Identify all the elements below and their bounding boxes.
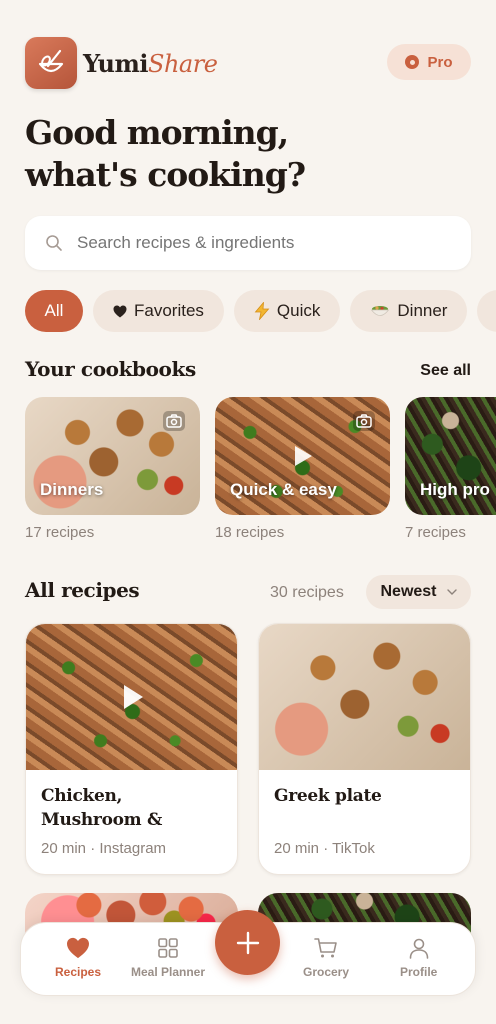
play-icon — [294, 446, 312, 466]
see-all-link[interactable]: See all — [420, 362, 471, 380]
recipe-title: Greek plate — [274, 786, 382, 806]
cookbook-thumbnail: Quick & easy — [215, 397, 390, 515]
cookbook-thumbnail: Dinners — [25, 397, 200, 515]
cookbook-count: 18 recipes — [215, 524, 285, 541]
cookbook-count: 17 recipes — [25, 524, 95, 541]
nav-profile[interactable]: Profile — [400, 937, 437, 979]
recipe-thumbnail — [26, 624, 237, 770]
bowl-icon — [371, 306, 390, 316]
chip-dinner[interactable]: Dinner — [350, 290, 468, 332]
sort-label: Newest — [380, 583, 437, 600]
cookbook-card-dinners[interactable]: Dinners 17 recipes — [25, 397, 200, 541]
cookbook-card-quick-easy[interactable]: Quick & easy 18 recipes — [215, 397, 390, 541]
search-input[interactable] — [77, 233, 437, 253]
chip-favorites[interactable]: Favorites — [93, 290, 224, 332]
chevron-down-icon — [446, 589, 457, 595]
brand-main: Yumi — [83, 48, 149, 78]
sort-dropdown[interactable]: Newest — [366, 575, 471, 609]
cookbook-card-high-protein[interactable]: High pro 7 recipes — [405, 397, 496, 541]
chip-all[interactable]: All — [25, 290, 83, 332]
search-bar[interactable] — [25, 216, 471, 270]
cookbooks-carousel: Dinners 17 recipes Quick & easy 18 recip… — [25, 397, 496, 541]
greeting-line-2: what's cooking? — [25, 155, 306, 194]
nav-recipes[interactable]: Recipes — [55, 937, 101, 979]
nav-label: Recipes — [55, 965, 102, 979]
cookbook-label: Quick & easy — [230, 480, 337, 499]
pro-label: Pro — [427, 53, 453, 71]
chip-label: Dinner — [397, 301, 448, 320]
lightning-icon — [254, 302, 270, 320]
cookbook-label: High pro — [420, 480, 490, 499]
grid-icon — [158, 938, 178, 958]
nav-label: Grocery — [303, 965, 350, 979]
cookbook-count: 7 recipes — [405, 524, 466, 541]
recipe-card-greek-plate[interactable]: Greek plate 20 min · TikTok — [258, 623, 471, 875]
all-recipes-title: All recipes — [25, 578, 140, 602]
cookbook-thumbnail: High pro — [405, 397, 496, 515]
recipe-thumbnail — [259, 624, 470, 770]
recipe-meta: 20 min · Instagram — [41, 840, 167, 857]
recipe-meta: 20 min · TikTok — [274, 840, 375, 857]
brand-name: YumiShare — [83, 48, 218, 78]
recipe-card-chicken[interactable]: Chicken, Mushroom & Broc... 20 min · Ins… — [25, 623, 238, 875]
recipe-title: Chicken, Mushroom & Broc... — [41, 786, 162, 830]
filter-chips: All Favorites Quick Dinner — [25, 290, 496, 332]
add-recipe-button[interactable] — [215, 910, 280, 975]
nav-meal-planner[interactable]: Meal Planner — [131, 937, 205, 979]
nav-grocery[interactable]: Grocery — [303, 937, 349, 979]
cookbook-label: Dinners — [40, 480, 104, 499]
pro-badge-icon — [405, 55, 420, 69]
app-logo[interactable] — [25, 37, 77, 89]
cookbooks-title: Your cookbooks — [25, 357, 196, 381]
plus-icon — [236, 931, 259, 954]
chip-label: Favorites — [134, 301, 204, 320]
pro-button[interactable]: Pro — [387, 44, 471, 80]
whisk-bowl-icon — [38, 49, 64, 73]
nav-label: Meal Planner — [131, 965, 206, 979]
search-icon — [46, 235, 62, 251]
recipes-grid: Chicken, Mushroom & Broc... 20 min · Ins… — [25, 623, 471, 875]
heart-icon — [113, 305, 127, 317]
cart-icon — [314, 938, 337, 958]
person-icon — [409, 938, 428, 959]
chip-label: All — [44, 301, 64, 320]
greeting-heading: Good morning, what's cooking? — [25, 112, 445, 196]
brand-accent: Share — [148, 49, 218, 78]
chip-more[interactable] — [477, 290, 496, 332]
play-icon[interactable] — [122, 684, 144, 710]
heart-icon — [67, 937, 90, 959]
greeting-line-1: Good morning, — [25, 113, 289, 152]
nav-label: Profile — [400, 965, 438, 979]
recipes-count: 30 recipes — [270, 584, 344, 601]
chip-quick[interactable]: Quick — [233, 290, 341, 332]
camera-icon — [353, 411, 375, 431]
app-header: YumiShare Pro — [25, 36, 471, 90]
chip-label: Quick — [276, 301, 321, 320]
camera-icon — [163, 411, 185, 431]
